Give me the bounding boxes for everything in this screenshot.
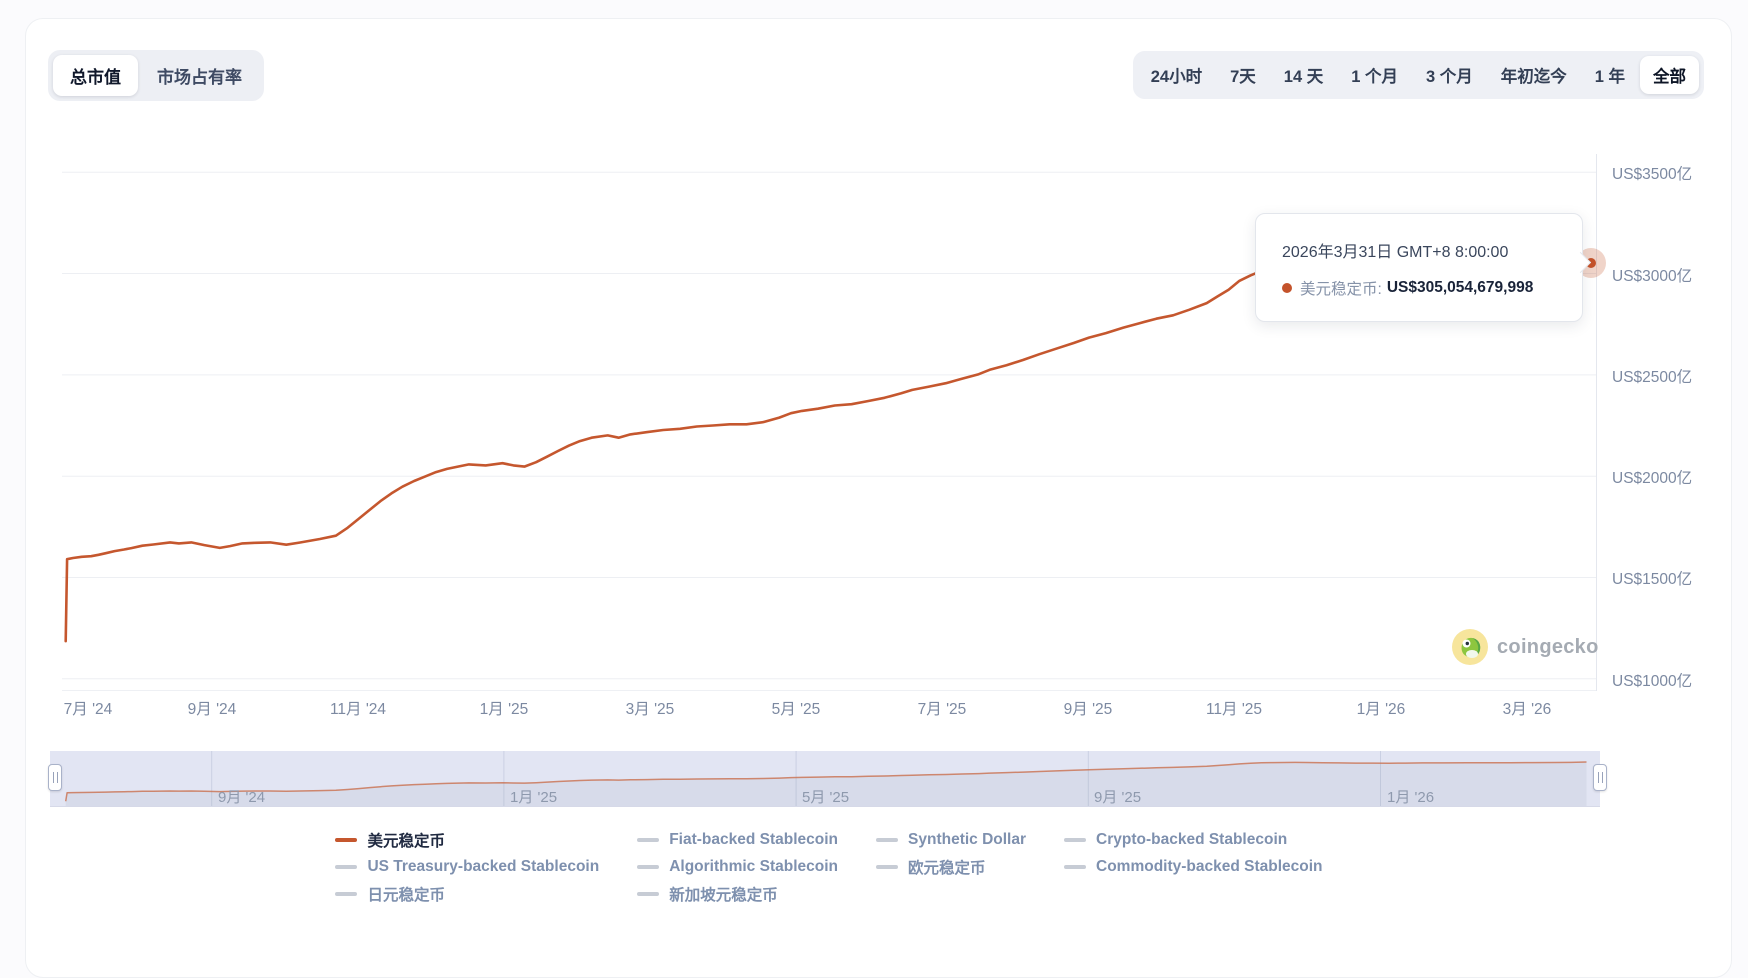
legend-item-label: Fiat-backed Stablecoin	[669, 831, 838, 849]
legend-item[interactable]: US Treasury-backed Stablecoin	[335, 856, 599, 878]
legend-dash-icon	[637, 892, 659, 896]
range-3m[interactable]: 3 个月	[1413, 56, 1486, 94]
coingecko-watermark[interactable]: coingecko	[1452, 629, 1599, 665]
range-ytd[interactable]: 年初迄今	[1488, 56, 1580, 94]
legend-dash-icon	[637, 865, 659, 869]
view-tab-total-market-cap[interactable]: 总市值	[53, 55, 138, 96]
legend-item-label: 美元稳定币	[367, 829, 445, 851]
time-range-group: 24小时7天14 天1 个月3 个月年初迄今1 年全部	[1133, 51, 1704, 99]
legend-item[interactable]: Algorithmic Stablecoin	[637, 856, 838, 878]
series-bullet-icon	[1282, 283, 1292, 293]
range-14d[interactable]: 14 天	[1271, 56, 1336, 94]
legend-item-label: Crypto-backed Stablecoin	[1096, 831, 1287, 849]
legend-item[interactable]: Synthetic Dollar	[876, 829, 1026, 851]
legend-dash-icon	[335, 892, 357, 896]
legend-dash-icon	[335, 838, 357, 842]
range-1y[interactable]: 1 年	[1582, 56, 1638, 94]
legend-item[interactable]: Crypto-backed Stablecoin	[1064, 829, 1323, 851]
legend-item[interactable]: 日元稳定币	[335, 883, 599, 905]
legend-dash-icon	[637, 838, 659, 842]
range-7d[interactable]: 7天	[1217, 56, 1269, 94]
view-tab-market-share[interactable]: 市场占有率	[140, 55, 259, 96]
coingecko-gecko-icon	[1452, 629, 1488, 665]
range-1m[interactable]: 1 个月	[1338, 56, 1411, 94]
legend: 美元稳定币 Fiat-backed Stablecoin Synthetic Dol…	[62, 829, 1596, 905]
tooltip-series-value: US$305,054,679,998	[1387, 279, 1534, 297]
chart-tooltip: 2026年3月31日 GMT+8 8:00:00 美元稳定币: US$305,0…	[1255, 213, 1583, 322]
navigator-left-handle[interactable]	[48, 764, 62, 791]
legend-item[interactable]: Commodity-backed Stablecoin	[1064, 856, 1323, 878]
tooltip-series-label: 美元稳定币:	[1300, 277, 1382, 299]
legend-item-label: US Treasury-backed Stablecoin	[367, 858, 599, 876]
coingecko-wordmark: coingecko	[1497, 636, 1599, 659]
legend-item-label: Commodity-backed Stablecoin	[1096, 858, 1323, 876]
legend-item-label: 欧元稳定币	[908, 856, 986, 878]
legend-dash-icon	[1064, 838, 1086, 842]
legend-item[interactable]: Fiat-backed Stablecoin	[637, 829, 838, 851]
legend-item-label: Synthetic Dollar	[908, 831, 1026, 849]
range-all[interactable]: 全部	[1640, 56, 1699, 94]
range-24h[interactable]: 24小时	[1138, 56, 1215, 94]
legend-item[interactable]: 欧元稳定币	[876, 856, 1026, 878]
view-tab-group: 总市值市场占有率	[48, 50, 264, 101]
navigator-right-handle[interactable]	[1593, 764, 1607, 791]
legend-item-label: 新加坡元稳定币	[669, 883, 778, 905]
legend-dash-icon	[876, 865, 898, 869]
legend-item[interactable]: 新加坡元稳定币	[637, 883, 838, 905]
legend-dash-icon	[1064, 865, 1086, 869]
legend-item-label: 日元稳定币	[367, 883, 445, 905]
legend-dash-icon	[335, 865, 357, 869]
legend-item-label: Algorithmic Stablecoin	[669, 858, 838, 876]
stablecoin-market-cap-chart[interactable]	[0, 0, 1748, 942]
tooltip-series-row: 美元稳定币: US$305,054,679,998	[1282, 277, 1556, 299]
tooltip-date: 2026年3月31日 GMT+8 8:00:00	[1282, 238, 1556, 262]
legend-item[interactable]: 美元稳定币	[335, 829, 599, 851]
legend-dash-icon	[876, 838, 898, 842]
